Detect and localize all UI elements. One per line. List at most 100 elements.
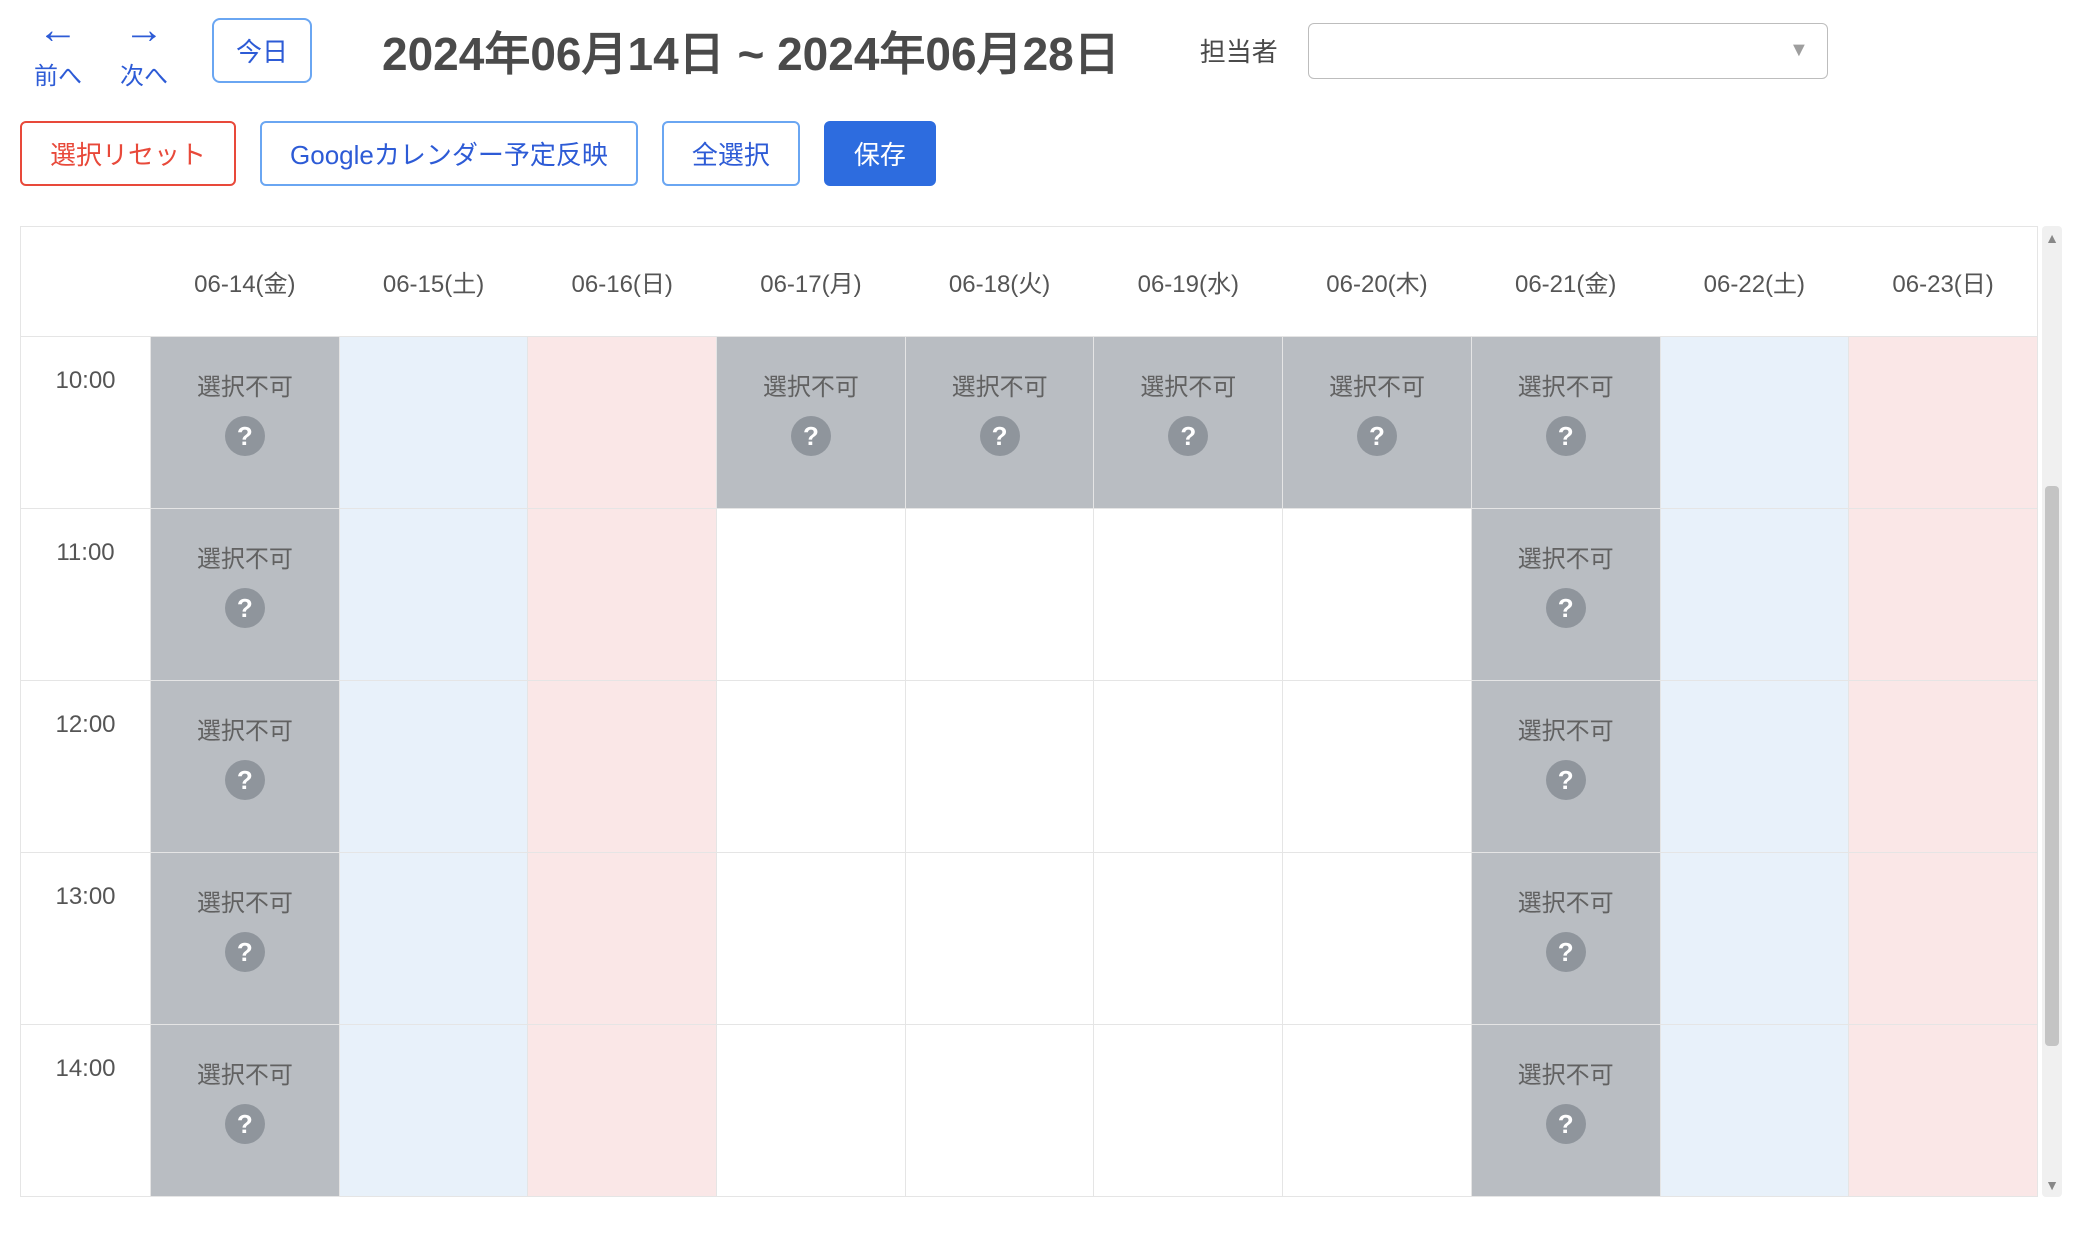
time-slot[interactable] (339, 1025, 528, 1197)
time-slot[interactable] (717, 681, 906, 853)
person-select[interactable]: ▼ (1308, 23, 1828, 79)
time-slot[interactable] (1660, 853, 1849, 1025)
day-header: 06-14(金) (151, 227, 340, 337)
time-label: 14:00 (21, 1025, 151, 1197)
slot-unavailable-label: 選択不可 (197, 883, 293, 918)
next-button[interactable]: → 次へ (106, 10, 182, 91)
person-label: 担当者 (1200, 32, 1278, 69)
time-slot[interactable] (1660, 509, 1849, 681)
time-slot[interactable] (905, 509, 1094, 681)
time-slot[interactable] (339, 681, 528, 853)
reset-selection-button[interactable]: 選択リセット (20, 121, 236, 186)
time-label: 11:00 (21, 509, 151, 681)
time-slot[interactable] (905, 681, 1094, 853)
day-header: 06-17(月) (717, 227, 906, 337)
time-slot[interactable]: 選択不可? (905, 337, 1094, 509)
time-slot[interactable]: 選択不可? (1471, 1025, 1660, 1197)
time-slot[interactable] (528, 853, 717, 1025)
day-header: 06-23(日) (1849, 227, 2038, 337)
vertical-scrollbar[interactable]: ▲ ▼ (2042, 226, 2062, 1197)
time-slot[interactable]: 選択不可? (151, 681, 340, 853)
help-icon[interactable]: ? (1546, 588, 1586, 628)
time-slot[interactable]: 選択不可? (151, 509, 340, 681)
today-button[interactable]: 今日 (212, 18, 312, 83)
time-slot[interactable] (339, 853, 528, 1025)
help-icon[interactable]: ? (1546, 760, 1586, 800)
help-icon[interactable]: ? (1168, 416, 1208, 456)
time-slot[interactable]: 選択不可? (1283, 337, 1472, 509)
date-range-title: 2024年06月14日 ~ 2024年06月28日 (382, 18, 1120, 84)
time-slot[interactable] (1094, 681, 1283, 853)
slot-unavailable-label: 選択不可 (1518, 1055, 1614, 1090)
time-slot[interactable]: 選択不可? (151, 853, 340, 1025)
help-icon[interactable]: ? (980, 416, 1020, 456)
help-icon[interactable]: ? (225, 416, 265, 456)
time-slot[interactable]: 選択不可? (1471, 509, 1660, 681)
slot-unavailable-label: 選択不可 (197, 539, 293, 574)
help-icon[interactable]: ? (1546, 416, 1586, 456)
scrollbar-thumb[interactable] (2045, 486, 2059, 1046)
time-slot[interactable]: 選択不可? (1471, 853, 1660, 1025)
time-slot[interactable] (1283, 853, 1472, 1025)
help-icon[interactable]: ? (1546, 1104, 1586, 1144)
slot-unavailable-label: 選択不可 (1518, 539, 1614, 574)
time-slot[interactable] (1660, 1025, 1849, 1197)
scroll-down-icon: ▼ (2042, 1177, 2062, 1193)
time-slot[interactable] (528, 681, 717, 853)
scroll-up-icon: ▲ (2042, 230, 2062, 246)
schedule-grid: 06-14(金)06-15(土)06-16(日)06-17(月)06-18(火)… (20, 226, 2038, 1197)
time-slot[interactable] (528, 1025, 717, 1197)
help-icon[interactable]: ? (791, 416, 831, 456)
time-slot[interactable] (1283, 509, 1472, 681)
slot-unavailable-label: 選択不可 (1518, 883, 1614, 918)
time-slot[interactable]: 選択不可? (1471, 681, 1660, 853)
help-icon[interactable]: ? (225, 760, 265, 800)
prev-button[interactable]: ← 前へ (20, 10, 96, 91)
time-slot[interactable]: 選択不可? (151, 337, 340, 509)
time-slot[interactable] (1094, 853, 1283, 1025)
time-column-header (21, 227, 151, 337)
time-slot[interactable]: 選択不可? (1471, 337, 1660, 509)
time-slot[interactable] (1283, 1025, 1472, 1197)
slot-unavailable-label: 選択不可 (1518, 711, 1614, 746)
time-slot[interactable] (1094, 509, 1283, 681)
time-slot[interactable] (905, 853, 1094, 1025)
time-slot[interactable] (1283, 681, 1472, 853)
time-slot[interactable] (339, 509, 528, 681)
time-slot[interactable] (717, 853, 906, 1025)
time-slot[interactable] (717, 1025, 906, 1197)
time-slot[interactable] (528, 509, 717, 681)
time-slot[interactable] (339, 337, 528, 509)
time-slot[interactable] (905, 1025, 1094, 1197)
slot-unavailable-label: 選択不可 (952, 367, 1048, 402)
time-slot[interactable] (1094, 1025, 1283, 1197)
time-label: 12:00 (21, 681, 151, 853)
day-header: 06-19(水) (1094, 227, 1283, 337)
time-slot[interactable] (1849, 853, 2038, 1025)
time-slot[interactable]: 選択不可? (717, 337, 906, 509)
time-slot[interactable] (1660, 337, 1849, 509)
day-header: 06-22(土) (1660, 227, 1849, 337)
chevron-down-icon: ▼ (1789, 39, 1809, 62)
help-icon[interactable]: ? (225, 588, 265, 628)
time-slot[interactable] (1849, 509, 2038, 681)
select-all-button[interactable]: 全選択 (662, 121, 800, 186)
time-slot[interactable] (1660, 681, 1849, 853)
prev-label: 前へ (34, 56, 82, 91)
save-button[interactable]: 保存 (824, 121, 936, 186)
day-header: 06-15(土) (339, 227, 528, 337)
help-icon[interactable]: ? (225, 932, 265, 972)
help-icon[interactable]: ? (1546, 932, 1586, 972)
time-slot[interactable]: 選択不可? (1094, 337, 1283, 509)
time-slot[interactable] (1849, 1025, 2038, 1197)
help-icon[interactable]: ? (225, 1104, 265, 1144)
time-slot[interactable] (1849, 337, 2038, 509)
google-calendar-sync-button[interactable]: Googleカレンダー予定反映 (260, 121, 638, 186)
help-icon[interactable]: ? (1357, 416, 1397, 456)
time-slot[interactable] (528, 337, 717, 509)
day-header: 06-18(火) (905, 227, 1094, 337)
slot-unavailable-label: 選択不可 (1140, 367, 1236, 402)
time-slot[interactable] (717, 509, 906, 681)
time-slot[interactable] (1849, 681, 2038, 853)
time-slot[interactable]: 選択不可? (151, 1025, 340, 1197)
